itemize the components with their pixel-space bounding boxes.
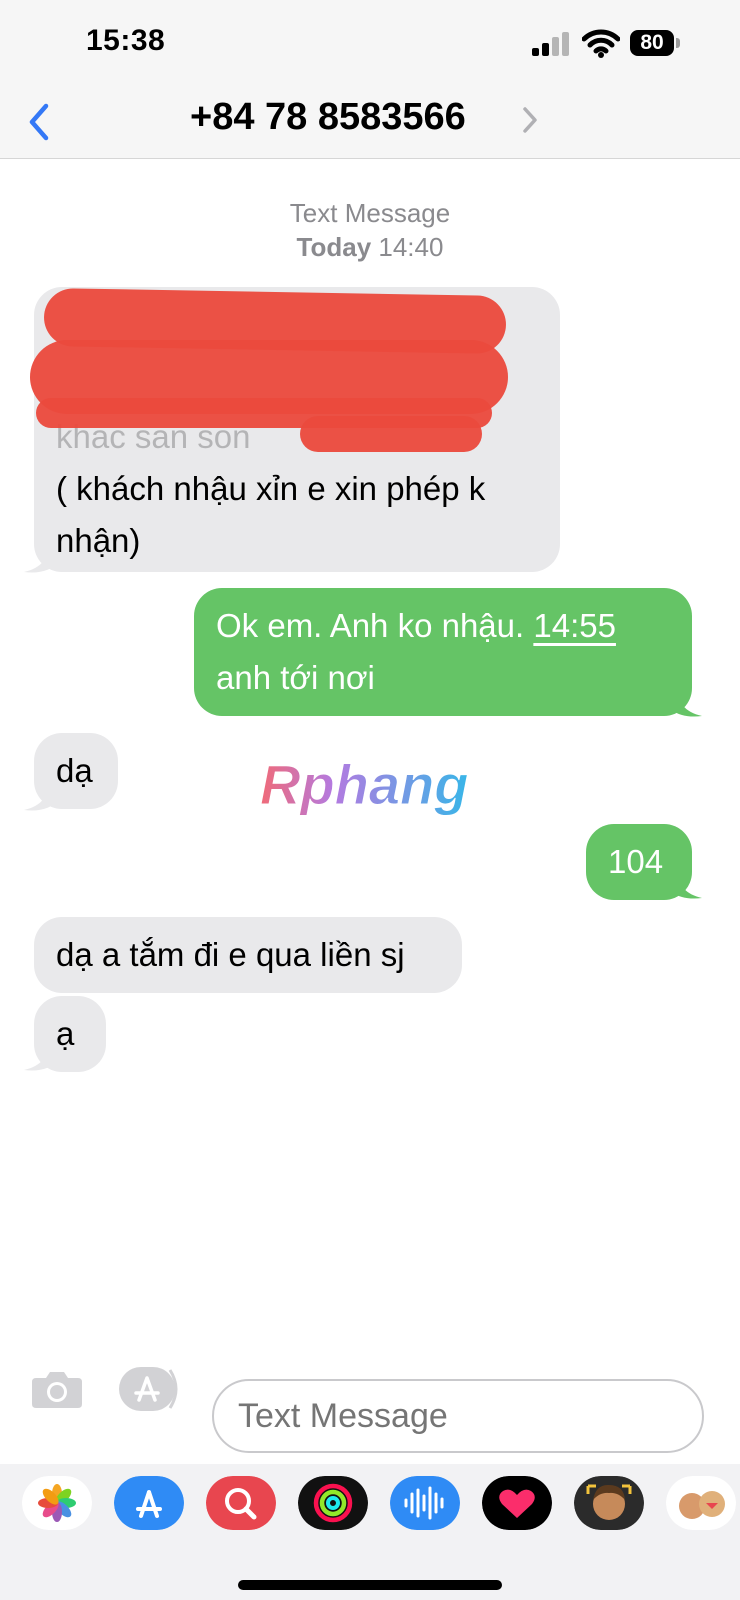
cellular-signal-icon (532, 32, 569, 56)
message-text: ạ (56, 1015, 75, 1052)
detected-time-link[interactable]: 14:55 (533, 607, 616, 644)
images-search-icon[interactable] (206, 1476, 276, 1530)
timestamp-time: 14:40 (378, 232, 444, 262)
redaction-scribble (300, 416, 482, 452)
message-bubble-incoming[interactable]: ạ (34, 996, 106, 1072)
audio-message-icon[interactable] (390, 1476, 460, 1530)
thread-timestamp: Today 14:40 (0, 230, 740, 264)
timestamp-day: Today (296, 232, 372, 262)
service-label: Text Message (289, 198, 451, 228)
watermark-logo: Rphang (260, 753, 469, 817)
back-chevron-icon[interactable] (26, 102, 52, 142)
message-text-line: anh tới nơi (216, 659, 375, 696)
memoji-icon[interactable] (574, 1476, 644, 1530)
message-bubble-incoming[interactable]: dạ (34, 733, 118, 809)
status-time: 15:38 (86, 24, 166, 57)
message-text-line: Ok em. Anh ko nhậu. 14:55 (216, 600, 670, 652)
photos-icon[interactable] (22, 1476, 92, 1530)
battery-level: 80 (630, 30, 674, 56)
status-bar: 15:38 80 (0, 0, 740, 88)
memoji-stickers-icon[interactable] (666, 1476, 736, 1530)
message-text: dạ a tắm đi e qua liền sj (56, 936, 405, 973)
wifi-icon (582, 29, 620, 58)
message-text: Ok em. Anh ko nhậu. (216, 607, 525, 644)
digital-touch-icon[interactable] (482, 1476, 552, 1530)
message-text-line: ( khách nhậu xỉn e xin phép k (56, 470, 486, 507)
message-bubble-outgoing[interactable]: 104 (586, 824, 692, 900)
message-input[interactable] (212, 1379, 704, 1453)
message-text: dạ (56, 752, 93, 789)
chevron-right-icon[interactable] (522, 106, 538, 134)
camera-icon[interactable] (30, 1366, 84, 1410)
svg-text:Rphang: Rphang (260, 753, 468, 816)
activity-icon[interactable] (298, 1476, 368, 1530)
message-text-line: nhận) (56, 522, 141, 559)
app-store-icon[interactable] (114, 1476, 184, 1530)
app-store-button-icon[interactable] (118, 1366, 184, 1412)
message-bubble-incoming[interactable]: dạ a tắm đi e qua liền sj (34, 917, 462, 993)
contact-name[interactable]: +84 78 8583566 (190, 96, 466, 139)
home-indicator[interactable] (238, 1580, 502, 1590)
message-bubble-outgoing[interactable]: Ok em. Anh ko nhậu. 14:55 anh tới nơi (194, 588, 692, 716)
conversation-header: +84 78 8583566 (0, 88, 740, 159)
battery-icon: 80 (630, 30, 682, 58)
message-text: 104 (608, 843, 664, 880)
